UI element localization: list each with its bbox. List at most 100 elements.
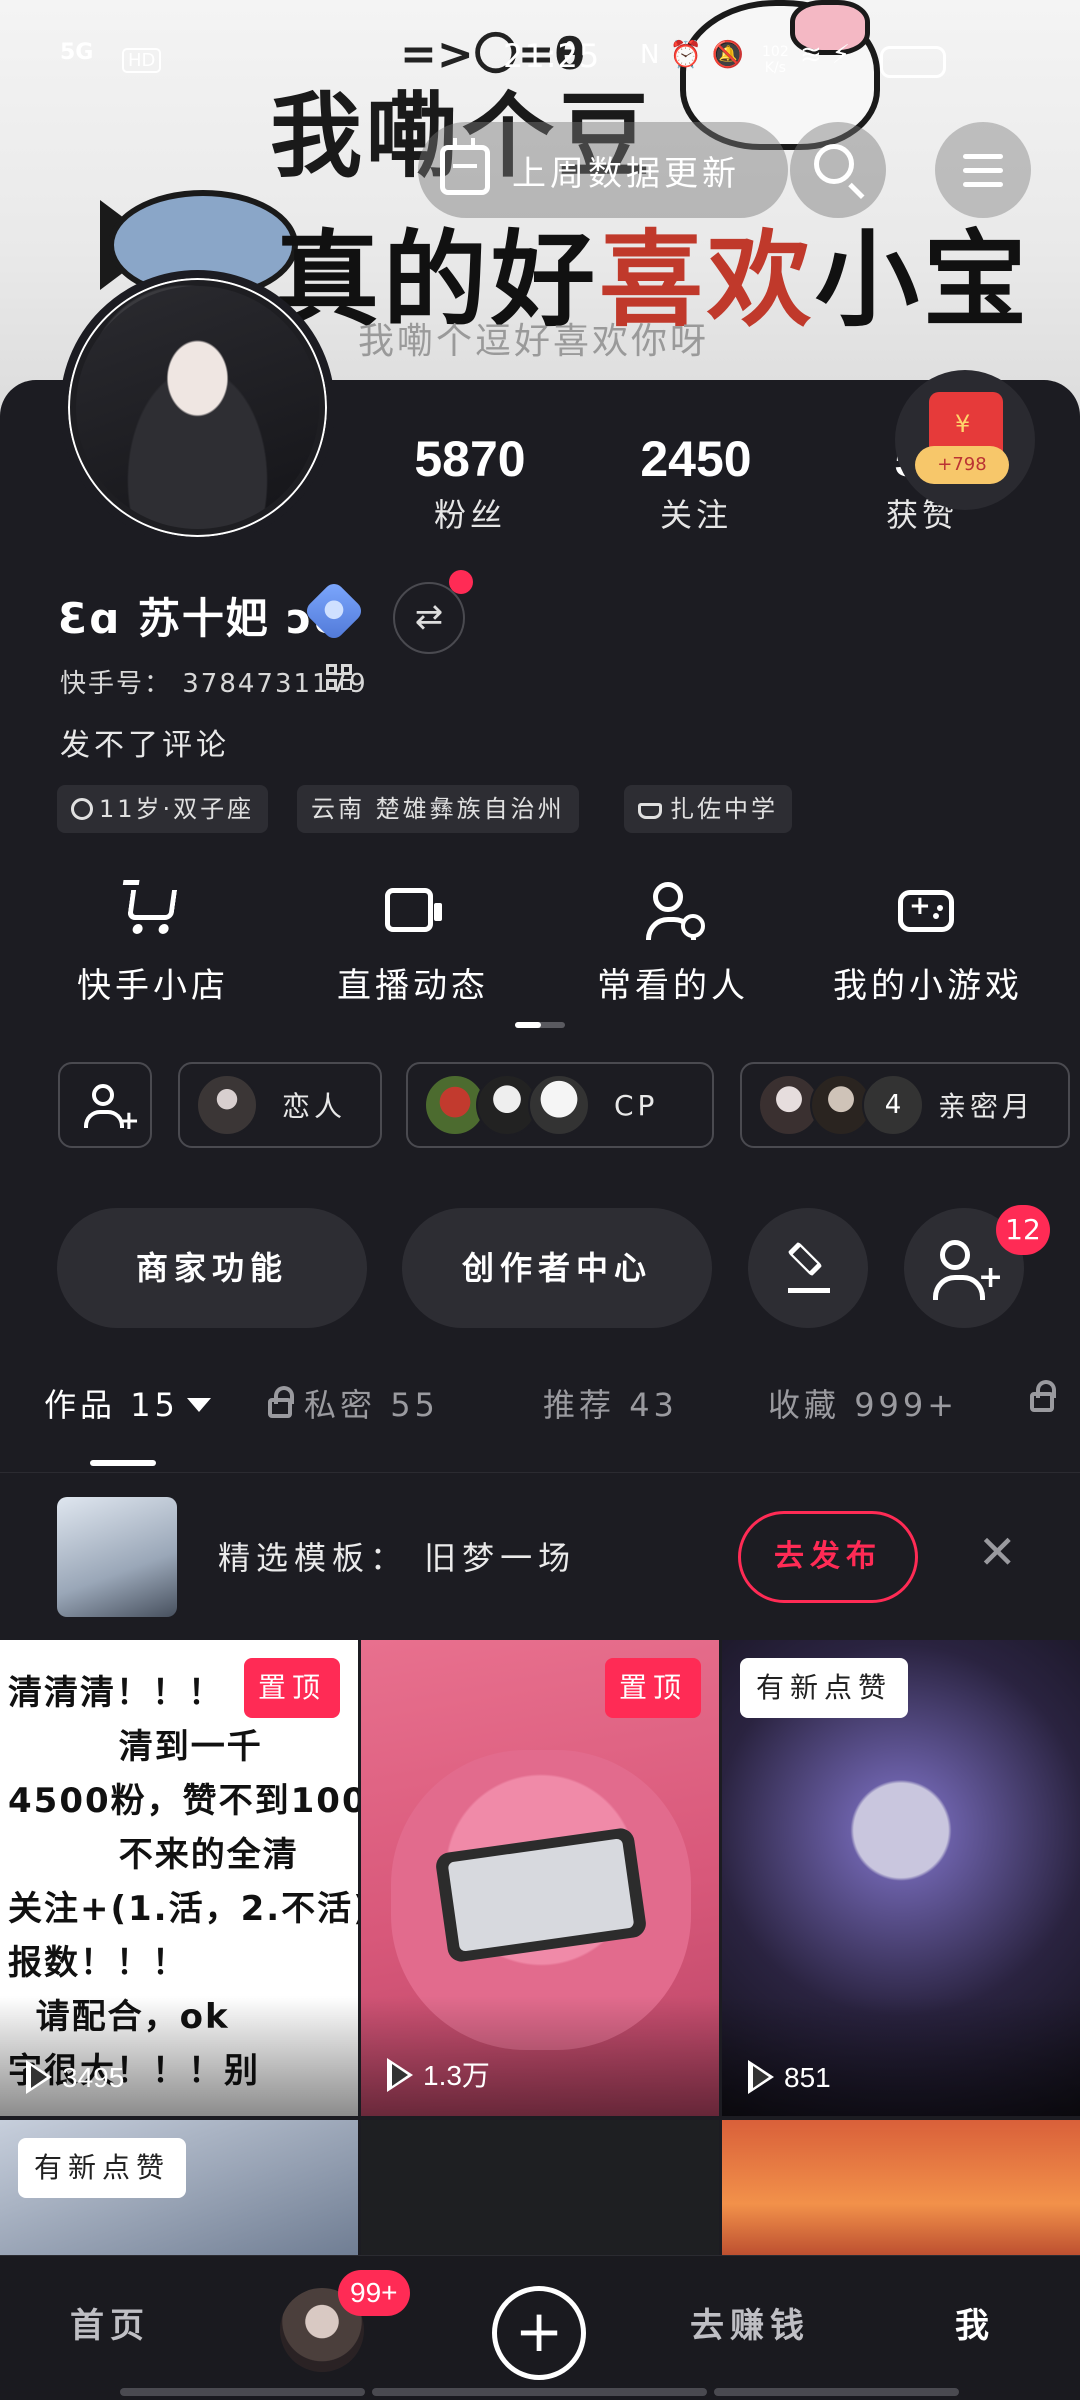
menu-button[interactable]	[935, 122, 1031, 218]
relation-close-friends[interactable]: 4 亲密月	[740, 1062, 1070, 1148]
qr-code-icon[interactable]	[326, 664, 354, 692]
tag-label: 云南 楚雄彝族自治州	[311, 795, 565, 823]
stat-label: 关注	[659, 496, 732, 534]
close-icon[interactable]: ✕	[978, 1525, 1017, 1579]
add-person-icon	[84, 1084, 124, 1128]
gamepad-icon-wrap	[808, 880, 1048, 942]
feature-label: 我的小游戏	[833, 966, 1023, 1006]
tab-locked[interactable]	[1030, 1380, 1066, 1418]
relation-lover[interactable]: 恋人	[178, 1062, 382, 1148]
feature-shop[interactable]: 快手小店	[33, 880, 273, 1007]
video-tile[interactable]: 有新点赞 851	[722, 1640, 1080, 2116]
feature-label: 直播动态	[337, 966, 489, 1006]
net-speed: 102 K/s	[762, 44, 789, 76]
alarm-icon: ⏰	[669, 40, 712, 70]
publish-button[interactable]: 去发布	[738, 1511, 918, 1603]
tab-private[interactable]: 私密 55	[268, 1380, 439, 1426]
creator-center-button[interactable]: 创作者中心	[402, 1208, 712, 1328]
tag-label: 扎佐中学	[670, 795, 778, 823]
kuaishou-id[interactable]: 快手号： 3784731179	[60, 663, 368, 700]
search-button[interactable]	[790, 122, 886, 218]
banner-text-part: 小宝	[815, 219, 1032, 341]
bottom-nav: 首页 99+ + 去赚钱 我	[0, 2255, 1080, 2400]
menu-icon	[963, 154, 1003, 159]
relation-label: CP	[614, 1088, 659, 1122]
nav-badge: 99+	[338, 2270, 410, 2316]
tab-label: 推荐	[543, 1386, 616, 1424]
relation-label: 亲密月	[938, 1090, 1035, 1123]
stat-following[interactable]: 2450 关注	[596, 430, 796, 536]
tab-count: 999+	[854, 1386, 959, 1424]
pinned-badge: 置顶	[244, 1658, 340, 1718]
new-like-badge: 有新点赞	[740, 1658, 909, 1718]
notification-dot	[449, 570, 473, 594]
search-icon-handle	[848, 182, 865, 199]
tab-label: 收藏	[768, 1386, 841, 1424]
relation-cp[interactable]: CP	[406, 1062, 714, 1148]
tab-collect[interactable]: 收藏 999+	[768, 1380, 958, 1426]
video-tile[interactable]: 有新点赞	[0, 2120, 358, 2260]
relation-count: 4	[862, 1074, 924, 1136]
red-packet-amount: +798	[915, 446, 1009, 484]
status-icons: N⏰🔕	[640, 40, 754, 70]
tab-recommend[interactable]: 推荐 43	[543, 1380, 678, 1426]
cart-icon-wrap	[33, 880, 273, 942]
nav-home[interactable]: 首页	[70, 2298, 150, 2347]
net-speed-unit: K/s	[764, 60, 786, 76]
video-tile[interactable]: 置顶 1.3万	[361, 1640, 719, 2116]
avatar-image	[76, 286, 319, 529]
calendar-icon	[440, 138, 490, 195]
home-indicator	[120, 2388, 365, 2396]
add-relation-button[interactable]: +	[58, 1062, 152, 1148]
video-tile[interactable]	[361, 2120, 719, 2260]
tab-works[interactable]: 作品 15	[44, 1380, 211, 1426]
stat-label: 粉丝	[433, 496, 506, 534]
home-indicator	[372, 2388, 707, 2396]
add-friend-badge: 12	[996, 1205, 1050, 1255]
lock-icon	[1030, 1380, 1056, 1412]
plus-icon: +	[978, 1260, 1004, 1295]
tag-age[interactable]: 11岁·双子座	[57, 785, 269, 833]
tab-label: 私密	[304, 1386, 377, 1424]
create-button[interactable]: +	[492, 2286, 586, 2380]
cart-icon	[126, 890, 178, 920]
template-thumbnail[interactable]	[57, 1497, 177, 1617]
feature-frequent[interactable]: 常看的人	[553, 880, 793, 1007]
feature-label: 快手小店	[77, 966, 229, 1006]
data-update-button[interactable]: 上周数据更新	[418, 122, 788, 218]
play-icon	[26, 2060, 52, 2094]
bio[interactable]: 发不了评论	[60, 720, 230, 764]
qr-cell	[326, 664, 337, 675]
edit-icon-line	[788, 1288, 830, 1293]
stat-value: 5870	[414, 431, 526, 487]
nav-me[interactable]: 我	[955, 2298, 995, 2347]
tag-location[interactable]: 云南 楚雄彝族自治州	[297, 785, 579, 833]
play-count: 3495	[26, 2060, 124, 2094]
add-friend-icon	[933, 1240, 985, 1300]
tag-school[interactable]: 扎佐中学	[624, 785, 792, 833]
merchant-button[interactable]: 商家功能	[57, 1208, 367, 1328]
relation-avatar	[528, 1074, 590, 1136]
switch-account-button[interactable]: ⇄	[393, 582, 465, 654]
live-icon	[385, 888, 442, 932]
clock-icon	[681, 914, 705, 938]
play-count: 851	[748, 2060, 831, 2094]
nav-earn[interactable]: 去赚钱	[690, 2298, 810, 2347]
feature-games[interactable]: 我的小游戏	[808, 880, 1048, 1007]
red-packet-button[interactable]: +798	[895, 370, 1035, 510]
feature-live[interactable]: 直播动态	[293, 880, 533, 1007]
edit-profile-button[interactable]	[748, 1208, 868, 1328]
gender-icon	[71, 798, 93, 820]
video-tile[interactable]: 清清清！！！ 清到一千 4500粉，赞不到100 不来的全清 关注+(1.活，2…	[0, 1640, 358, 2116]
template-text: 精选模板： 旧梦一场	[218, 1539, 577, 1577]
data-update-label: 上周数据更新	[512, 153, 740, 194]
hd-icon: HD	[122, 48, 162, 73]
template-suggestion: 精选模板： 旧梦一场 去发布 ✕	[0, 1473, 1080, 1639]
video-tile[interactable]	[722, 2120, 1080, 2260]
home-indicator	[714, 2388, 959, 2396]
switch-arrows-icon: ⇄	[414, 597, 444, 637]
username: Ɛɑ 苏十妑 ↄƐ	[58, 594, 345, 643]
edit-icon	[787, 1241, 823, 1277]
stat-followers[interactable]: 5870 粉丝	[370, 430, 570, 536]
profile-avatar[interactable]	[60, 270, 335, 545]
